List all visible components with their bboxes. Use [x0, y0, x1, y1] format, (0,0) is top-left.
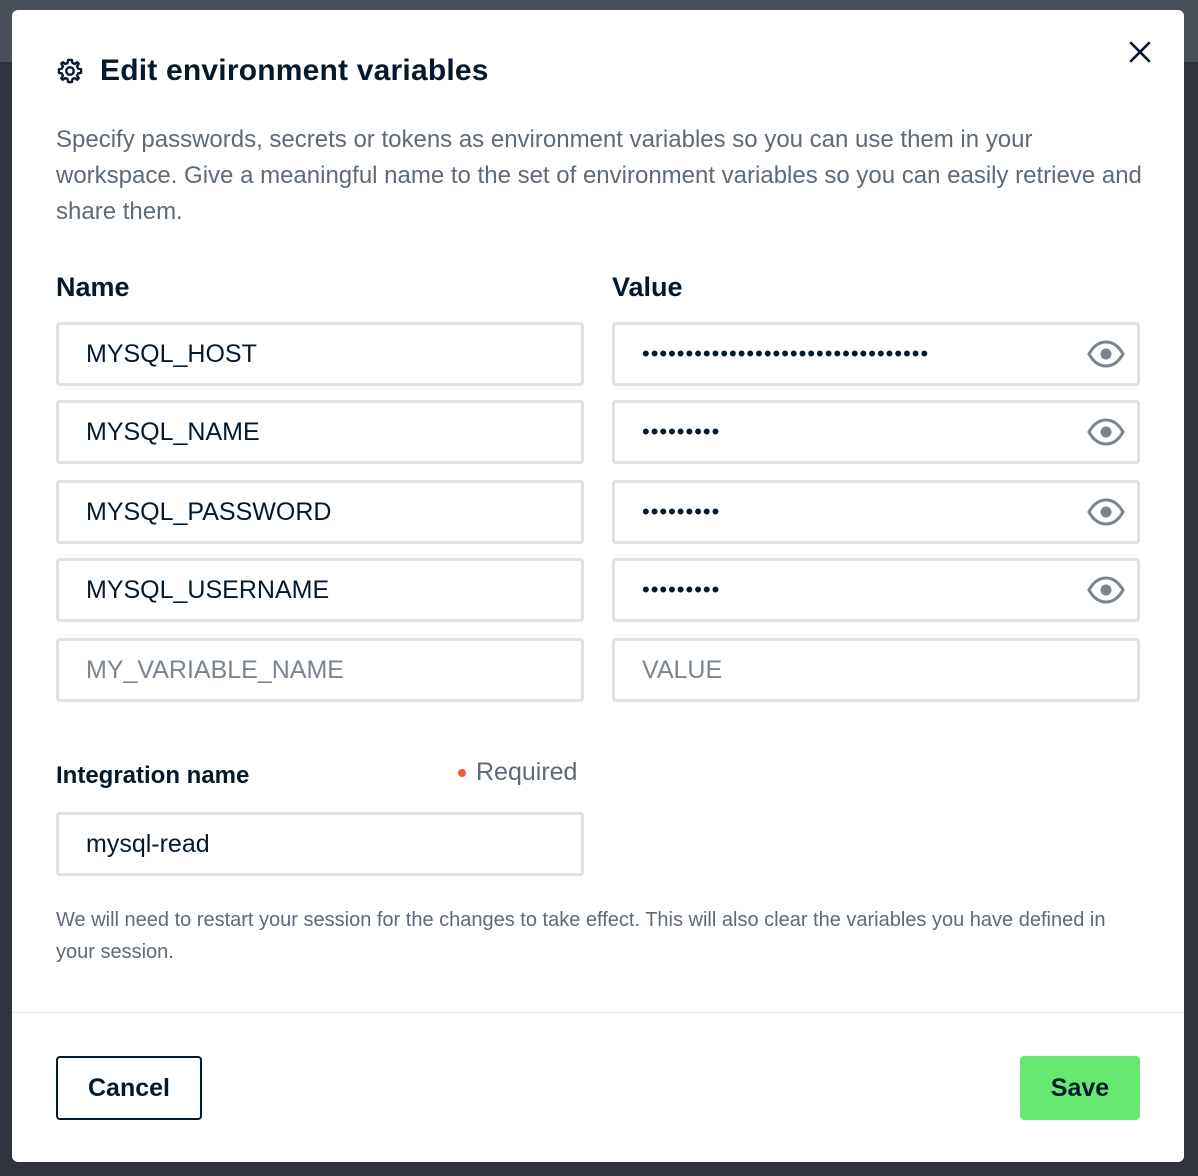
name-column-label: Name	[56, 272, 130, 302]
required-text: Required	[476, 758, 578, 786]
save-button[interactable]: Save	[1020, 1056, 1140, 1120]
dialog-description: Specify passwords, secrets or tokens as …	[56, 126, 1142, 225]
variable-value-field[interactable]: •••••••••••••••••••••••••••••••••	[612, 322, 1140, 386]
integration-name-field[interactable]	[56, 812, 584, 876]
masked-value: •••••••••	[642, 419, 721, 444]
masked-value: •••••••••	[642, 577, 721, 602]
masked-value: •••••••••	[642, 499, 721, 524]
close-icon	[1129, 41, 1151, 63]
variable-name-input[interactable]	[86, 497, 581, 527]
variable-name-field[interactable]	[56, 480, 584, 544]
required-indicator: Required	[458, 758, 577, 787]
new-variable-name-input[interactable]	[86, 655, 581, 685]
eye-icon	[1087, 498, 1125, 526]
variable-name-field[interactable]	[56, 558, 584, 622]
variable-name-field[interactable]	[56, 400, 584, 464]
eye-icon	[1087, 576, 1125, 604]
value-column-label: Value	[612, 272, 683, 302]
variable-name-input[interactable]	[86, 575, 581, 605]
variable-value-field[interactable]: •••••••••	[612, 480, 1140, 544]
dialog-title: Edit environment variables	[100, 54, 489, 87]
variable-name-field[interactable]	[56, 322, 584, 386]
variable-value-field[interactable]: •••••••••	[612, 558, 1140, 622]
cancel-button[interactable]: Cancel	[56, 1056, 202, 1120]
eye-icon	[1087, 340, 1125, 368]
close-button[interactable]	[1124, 36, 1156, 68]
variable-value-field[interactable]: •••••••••	[612, 400, 1140, 464]
eye-icon	[1087, 418, 1125, 446]
gear-icon	[57, 58, 83, 84]
footer-divider	[12, 1012, 1184, 1013]
reveal-value-button[interactable]	[1087, 495, 1125, 529]
new-variable-value-field[interactable]	[612, 638, 1140, 702]
reveal-value-button[interactable]	[1087, 573, 1125, 607]
masked-value: •••••••••••••••••••••••••••••••••	[642, 341, 930, 366]
restart-note: We will need to restart your session for…	[56, 909, 1106, 963]
dialog-header: Edit environment variables	[56, 54, 489, 88]
new-variable-value-input[interactable]	[642, 655, 1137, 685]
integration-name-label: Integration name	[56, 762, 250, 789]
edit-env-variables-dialog: Edit environment variables Specify passw…	[12, 10, 1184, 1162]
reveal-value-button[interactable]	[1087, 337, 1125, 371]
variable-name-input[interactable]	[86, 417, 581, 447]
reveal-value-button[interactable]	[1087, 415, 1125, 449]
integration-name-input[interactable]	[86, 829, 581, 859]
new-variable-name-field[interactable]	[56, 638, 584, 702]
variable-name-input[interactable]	[86, 339, 581, 369]
required-dot	[458, 768, 466, 777]
